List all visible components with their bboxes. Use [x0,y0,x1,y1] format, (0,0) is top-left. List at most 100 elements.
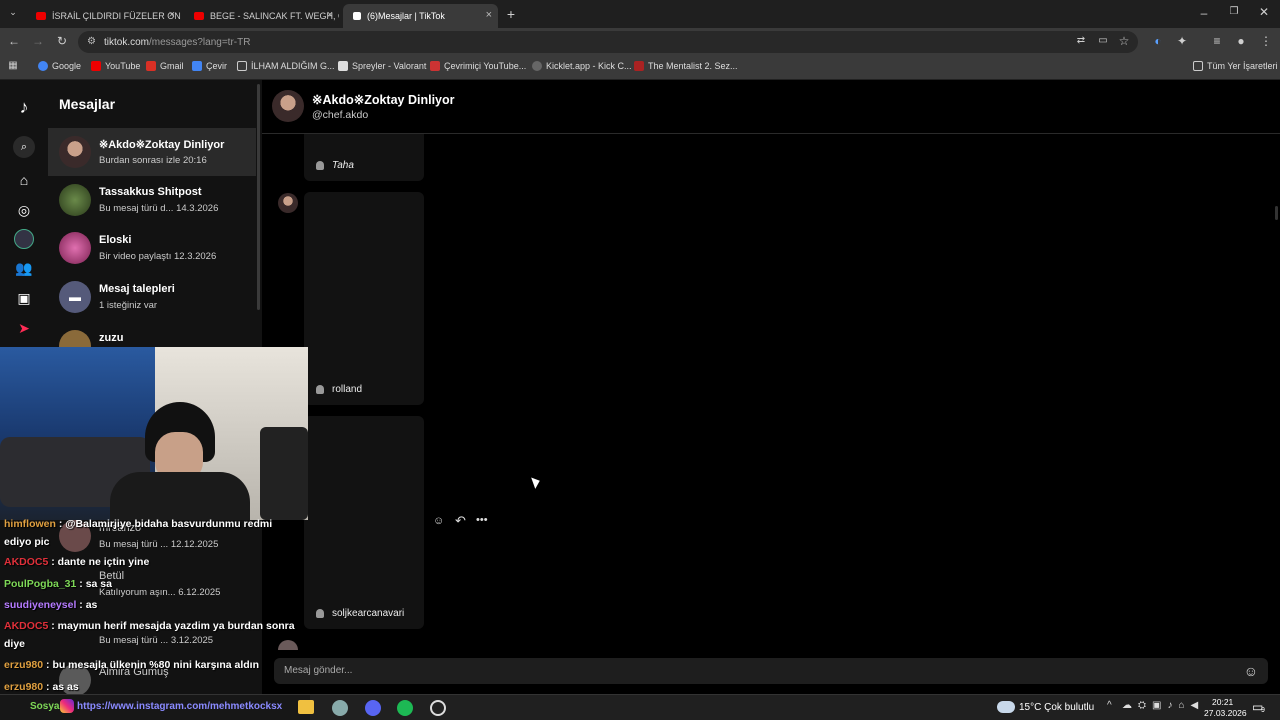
browser-menu-icon[interactable]: ⋮ [1258,34,1274,48]
app-icon-2[interactable] [332,700,348,716]
contact-name[interactable]: ※Akdo※Zoktay Dinliyor [312,92,455,107]
stream-chat-line: PoulPogba_31 : sa sa [4,578,112,590]
tab-3-close-icon[interactable]: × [486,9,492,21]
bookmark-star-icon[interactable]: ☆ [1116,34,1132,48]
obs-app-icon[interactable] [430,700,446,716]
conversation-name: Mesaj talepleri [99,283,175,295]
message-input[interactable]: Mesaj gönder... ☺ [274,658,1268,684]
preview-text: Bu mesaj türü d... [99,203,174,214]
apps-grid-icon[interactable]: ▦ [5,60,21,71]
reply-icon[interactable]: ↶ [455,513,466,529]
stream-chat-line: AKDOC5 : dante ne içtin yine [4,556,149,568]
bookmark-mentalist[interactable]: The Mentalist 2. Sez... [634,61,738,71]
stream-chat-username: AKDOC5 [4,556,49,568]
tab-2-close-icon[interactable]: × [327,9,333,21]
friends-icon[interactable]: 👥 [14,258,34,278]
stream-chat-text: diye [4,638,26,650]
discord-app-icon[interactable] [365,700,381,716]
tab-3-active[interactable]: (6)Mesajlar | TikTok × [343,4,498,28]
bookmark-valorant[interactable]: Spreyler - Valorant [338,61,426,71]
bookmark-youtube-online[interactable]: Çevrimiçi YouTube... [430,61,526,71]
home-icon[interactable]: ⌂ [14,170,34,190]
emoji-picker-icon[interactable]: ☺ [1244,658,1258,684]
person-icon [316,385,324,394]
banner-link: https://www.instagram.com/mehmetkocksx [77,701,283,712]
tab-1-close-icon[interactable]: × [169,9,175,21]
extension-icon-1[interactable]: ◐ [1150,34,1166,48]
messages-icon[interactable]: ➤ [14,318,34,338]
card-author-name: soljkearcanavari [332,608,405,619]
react-emoji-icon[interactable]: ☺ [433,515,444,527]
folder-icon [237,61,247,71]
contact-handle[interactable]: @chef.akdo [312,109,368,121]
install-app-icon[interactable]: ▭ [1095,35,1111,46]
live-icon[interactable]: ▣ [14,288,34,308]
close-window-icon[interactable]: ✕ [1256,5,1272,19]
minimize-icon[interactable]: – [1196,6,1212,20]
media-control-icon[interactable]: ≡ [1209,34,1225,48]
site-info-icon[interactable]: ⚙ [87,36,96,47]
conversation-item[interactable]: Eloski Bir video paylaştı 12.3.2026 [48,224,256,272]
bookmark-gmail[interactable]: Gmail [146,61,184,71]
url-input[interactable]: ⚙ tiktok.com/messages?lang=tr-TR [78,31,1138,53]
reload-icon[interactable]: ↻ [54,34,70,48]
clock-date[interactable]: 27.03.2026 [1204,708,1247,718]
shared-video-card[interactable]: soljkearcanavari [304,416,424,629]
bookmark-google[interactable]: Google [38,61,81,71]
conversation-item[interactable]: ※Akdo※Zoktay Dinliyor Burdan sonrası izl… [48,128,256,176]
stream-chat-username: erzu980 [4,681,44,693]
avatar [59,184,91,216]
page-icon [634,61,644,71]
bookmark-youtube[interactable]: YouTube [91,61,140,71]
card-author: soljkearcanavari [316,608,404,619]
person-icon [316,609,324,618]
youtube-icon [91,61,101,71]
inbox-scrollbar[interactable] [257,84,260,310]
bookmark-cevir[interactable]: Çevir [192,61,227,71]
weather-text[interactable]: 15°C Çok bulutlu [1019,702,1094,713]
message-requests-item[interactable]: ▬ Mesaj talepleri 1 isteğiniz var [48,273,256,321]
profile-avatar-icon[interactable]: ● [1233,34,1249,48]
weather-cloud-icon[interactable] [997,701,1015,713]
card-author: rolland [316,384,362,395]
bookmark-kicklet[interactable]: Kicklet.app - Kick C... [532,61,632,71]
google-icon [38,61,48,71]
avatar [59,232,91,264]
search-icon[interactable]: ⌕ [13,136,35,158]
tiktok-logo-icon[interactable]: ♪ [14,97,34,117]
clock-time[interactable]: 20:21 [1212,697,1233,707]
back-icon[interactable]: ← [6,34,22,48]
stream-chat-text: ediyo pic [4,536,50,548]
bookmark-all[interactable]: Tüm Yer İşaretleri [1193,61,1278,71]
explorer-app-icon[interactable] [298,700,314,714]
bookmarks-bar: ▦ Google YouTube Gmail Çevir İLHAM ALDIĞ… [0,56,1280,80]
new-tab-button[interactable]: + [503,6,519,22]
tab-2[interactable]: BEGE - SALINCAK FT. WEGH, O... × [184,4,339,28]
tray-chevron-icon[interactable]: ^ [1107,700,1112,711]
stream-chat-username: suudiyeneysel [4,599,77,611]
chat-scrollbar[interactable] [1275,206,1278,220]
conversation-item[interactable]: Tassakkus Shitpost Bu mesaj türü d... 14… [48,176,256,224]
tray-icons[interactable]: ☁⛭▣♪⌂◀ [1122,700,1204,711]
extensions-puzzle-icon[interactable]: ✦ [1174,34,1190,48]
translate-icon[interactable]: ⇄ [1073,35,1089,46]
kicklet-icon [532,61,542,71]
conversation-preview: Burdan sonrası izle 20:16 [99,155,207,166]
shared-video-card[interactable]: rolland [304,192,424,405]
webcam-chair [260,427,308,520]
forward-icon[interactable]: → [30,34,46,48]
bookmark-label: Google [52,61,82,71]
restore-icon[interactable]: ❐ [1226,6,1242,17]
spotify-app-icon[interactable] [397,700,413,716]
explore-compass-icon[interactable]: ◎ [14,200,34,220]
tab-1[interactable]: İSRAİL ÇILDIRDI FÜZELER ONLİ... × [26,4,181,28]
following-avatar-icon[interactable] [14,229,34,249]
tab-search-icon[interactable]: ⌄ [5,7,21,18]
bookmark-folder[interactable]: İLHAM ALDIĞIM G... [237,61,335,71]
more-options-icon[interactable]: ••• [476,514,488,526]
stream-chat-line: erzu980 : as as [4,681,79,693]
contact-avatar[interactable] [272,90,304,122]
tab-1-title: İSRAİL ÇILDIRDI FÜZELER ONLİ... [52,11,181,21]
shared-video-card[interactable]: Taha [304,134,424,181]
conversation-item[interactable]: zuzu [48,322,256,348]
